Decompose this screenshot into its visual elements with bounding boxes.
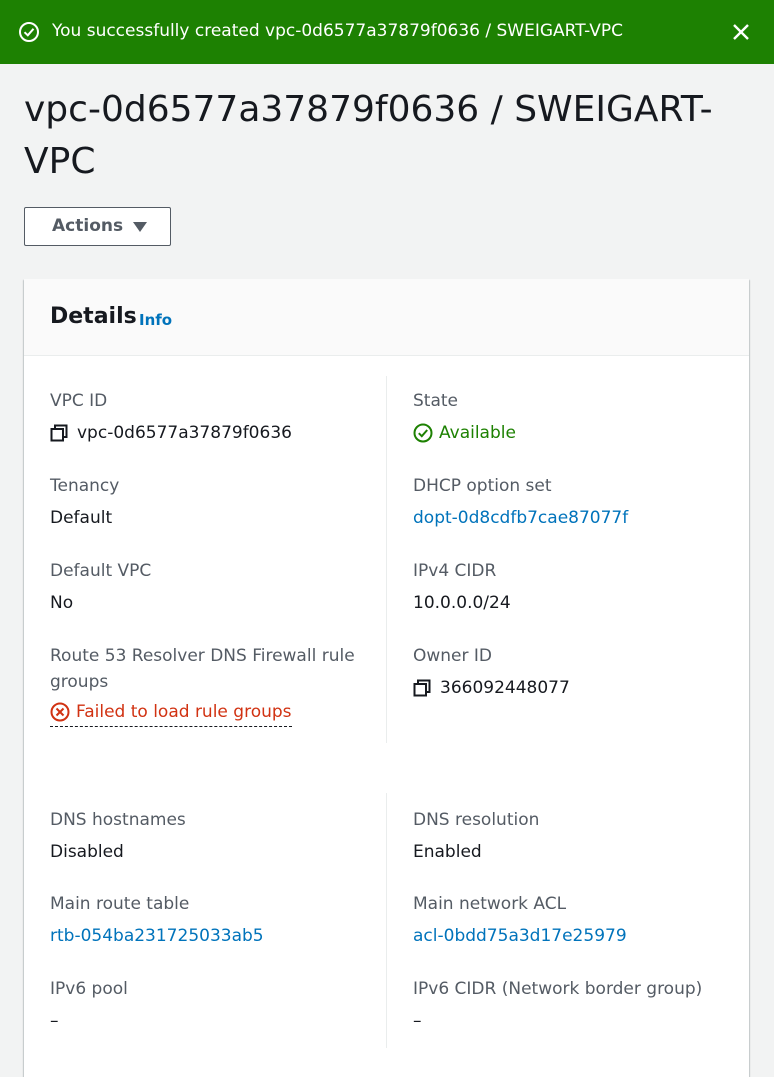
field-label: State [413,391,458,411]
field-value: Default [50,508,113,528]
field-value: vpc-0d6577a37879f0636 [50,420,360,446]
details-panel-header: Details Info [24,279,749,356]
state-value: Available [439,423,516,443]
field-label: Tenancy [50,476,120,496]
field-label: DNS hostnames [50,810,186,830]
field-ipv6-cidr: IPv6 CIDR (Network border group) – [413,976,733,1034]
details-heading: Details [50,304,137,329]
vpc-id-value: vpc-0d6577a37879f0636 [77,423,292,443]
info-link[interactable]: Info [139,311,172,329]
field-value: Disabled [50,842,124,862]
page-title: vpc-0d6577a37879f0636 / SWEIGART-VPC [24,89,713,182]
owner-id-value: 366092448077 [440,678,570,698]
check-circle-icon [19,22,39,42]
success-flash-banner: You successfully created vpc-0d6577a3787… [0,0,774,64]
field-value: Available [413,420,733,446]
field-label: Owner ID [413,646,493,666]
field-value: – [50,1011,59,1031]
field-dns-resolution: DNS resolution Enabled [413,807,733,865]
field-dns-hostnames: DNS hostnames Disabled [50,807,360,865]
check-circle-icon [413,423,433,443]
error-circle-icon [50,702,70,722]
actions-dropdown-button[interactable]: Actions [24,207,171,246]
error-text: Failed to load rule groups [76,702,292,722]
field-value: 366092448077 [413,675,733,701]
field-owner-id: Owner ID 366092448077 [413,643,733,701]
field-state: State Available [413,388,733,446]
field-tenancy: Tenancy Default [50,473,360,531]
field-ipv6-pool: IPv6 pool – [50,976,360,1034]
field-default-vpc: Default VPC No [50,558,360,616]
details-panel: Details Info VPC ID vpc-0d6577a37879f063… [24,279,749,1077]
actions-button-label: Actions [52,216,124,236]
dhcp-option-set-link[interactable]: dopt-0d8cdfb7cae87077f [413,505,733,531]
field-value: 10.0.0.0/24 [413,593,511,613]
copy-icon[interactable] [413,679,431,697]
field-label: Main route table [50,894,190,914]
main-route-table-link[interactable]: rtb-054ba231725033ab5 [50,923,360,949]
field-value: – [413,1011,422,1031]
field-main-route-table: Main route table rtb-054ba231725033ab5 [50,891,360,949]
field-label: VPC ID [50,391,108,411]
flash-message: You successfully created vpc-0d6577a3787… [52,21,623,41]
copy-icon[interactable] [50,424,68,442]
field-route53-firewall: Route 53 Resolver DNS Firewall rule grou… [50,643,360,727]
caret-down-icon [133,222,147,232]
main-network-acl-link[interactable]: acl-0bdd75a3d17e25979 [413,923,733,949]
field-label: IPv6 pool [50,979,128,999]
field-label: IPv6 CIDR (Network border group) [413,979,703,999]
field-main-network-acl: Main network ACL acl-0bdd75a3d17e25979 [413,891,733,949]
field-ipv4-cidr: IPv4 CIDR 10.0.0.0/24 [413,558,733,616]
field-label: DNS resolution [413,810,540,830]
field-vpc-id: VPC ID vpc-0d6577a37879f0636 [50,388,360,446]
field-label: Route 53 Resolver DNS Firewall rule grou… [50,646,355,692]
column-divider [386,376,387,743]
field-dhcp-option-set: DHCP option set dopt-0d8cdfb7cae87077f [413,473,733,531]
close-icon[interactable] [729,20,753,44]
field-value: No [50,593,74,613]
column-divider [386,793,387,1048]
error-value[interactable]: Failed to load rule groups [50,699,292,727]
field-value: Enabled [413,842,482,862]
field-label: IPv4 CIDR [413,561,497,581]
field-label: Main network ACL [413,894,567,914]
field-label: Default VPC [50,561,152,581]
field-label: DHCP option set [413,476,552,496]
